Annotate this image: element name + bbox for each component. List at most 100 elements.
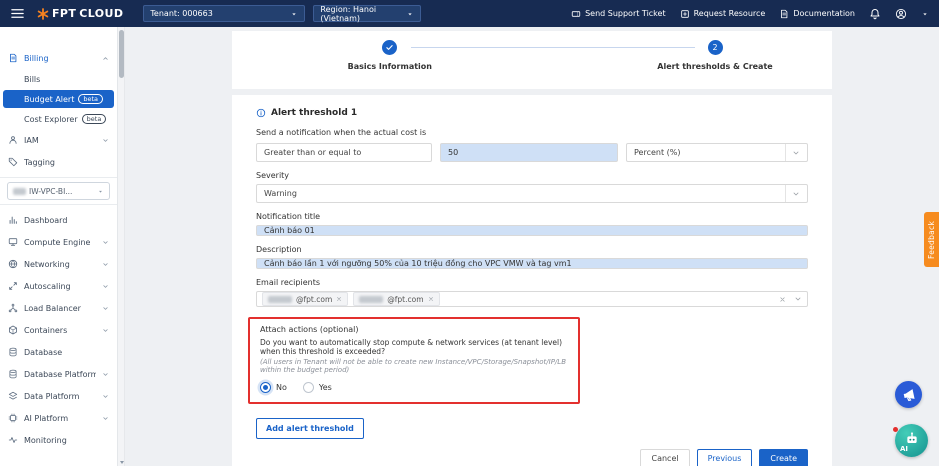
email-recipients-input[interactable]: @fpt.com @fpt.com <box>256 291 808 307</box>
check-icon <box>385 43 394 52</box>
chevron-down-icon[interactable] <box>794 295 802 303</box>
step-basics-information[interactable]: Basics Information <box>315 40 465 71</box>
sidebar-bills-label: Bills <box>24 75 40 84</box>
sidebar-item-containers[interactable]: Containers <box>0 319 117 341</box>
sidebar-item-data-platform[interactable]: Data Platform <box>0 385 117 407</box>
header-actions: Send Support Ticket Request Resource Doc… <box>571 8 929 20</box>
condition-select-value: Greater than or equal to <box>264 148 361 157</box>
announcement-fab[interactable] <box>895 381 922 408</box>
severity-select[interactable]: Warning <box>256 184 808 203</box>
email-tag-text: @fpt.com <box>296 295 332 304</box>
email-tag: @fpt.com <box>262 292 348 306</box>
add-alert-threshold-button[interactable]: Add alert threshold <box>256 418 364 439</box>
megaphone-icon <box>900 386 917 403</box>
section-title: Alert threshold 1 <box>271 108 357 118</box>
redacted-text <box>268 296 292 303</box>
sidebar-item-networking[interactable]: Networking <box>0 253 117 275</box>
unit-select-suffix <box>781 144 800 161</box>
chevron-down-icon <box>102 415 109 422</box>
sidebar-item-database-platform[interactable]: Database Platform <box>0 363 117 385</box>
fpt-cloud-logo[interactable]: FPTCLOUD <box>37 7 123 20</box>
cancel-button[interactable]: Cancel <box>640 449 689 466</box>
sidebar-autoscaling-label: Autoscaling <box>24 282 96 291</box>
sidebar-item-load-balancer[interactable]: Load Balancer <box>0 297 117 319</box>
chevron-down-icon <box>792 190 800 198</box>
ai-platform-icon <box>8 413 18 423</box>
send-support-ticket-link[interactable]: Send Support Ticket <box>571 9 666 19</box>
main-content: Basics Information 2 Alert thresholds & … <box>125 27 939 466</box>
radio-unselected-icon <box>303 382 314 393</box>
attach-actions-radio-group: No Yes <box>260 382 568 393</box>
load-balancer-icon <box>8 303 18 313</box>
sidebar-containers-label: Containers <box>24 326 96 335</box>
info-icon[interactable] <box>256 108 266 118</box>
sidebar-item-tagging[interactable]: Tagging <box>0 151 117 173</box>
notification-title-input[interactable] <box>256 225 808 236</box>
scrollbar-down-arrow[interactable] <box>120 461 124 464</box>
clear-all-icon[interactable] <box>779 296 786 303</box>
region-select[interactable]: Region: Hanoi (Vietnam) <box>313 5 421 22</box>
send-support-ticket-label: Send Support Ticket <box>585 9 666 18</box>
sidebar-budget-alert-label: Budget Alert <box>24 95 74 104</box>
caret-down-icon <box>406 10 414 18</box>
previous-button[interactable]: Previous <box>697 449 753 466</box>
logo-fpt: FPT <box>52 7 76 20</box>
documentation-icon <box>779 9 789 19</box>
autoscaling-icon <box>8 281 18 291</box>
threshold-value-input[interactable] <box>440 143 618 162</box>
vpc-selector[interactable]: IW-VPC-BI... <box>7 182 110 200</box>
sidebar-item-bills[interactable]: Bills <box>0 69 117 89</box>
sidebar-item-autoscaling[interactable]: Autoscaling <box>0 275 117 297</box>
user-avatar-icon[interactable] <box>895 8 907 20</box>
tenant-select-value: Tenant: 000663 <box>150 9 212 18</box>
ai-fab-label: AI <box>900 445 908 453</box>
feedback-tab[interactable]: Feedback <box>924 212 939 267</box>
sidebar-scrollbar[interactable] <box>118 27 125 466</box>
email-tag: @fpt.com <box>353 292 439 306</box>
networking-icon <box>8 259 18 269</box>
ai-assistant-fab[interactable]: AI <box>895 424 928 457</box>
database-icon <box>8 347 18 357</box>
radio-yes[interactable]: Yes <box>303 382 332 393</box>
request-resource-link[interactable]: Request Resource <box>680 9 766 19</box>
attach-actions-title: Attach actions (optional) <box>260 325 568 334</box>
sidebar-item-budget-alert[interactable]: Budget Alert beta <box>3 90 114 108</box>
notifications-bell-icon[interactable] <box>869 8 881 20</box>
menu-icon[interactable] <box>10 6 25 21</box>
description-label: Description <box>256 245 808 254</box>
beta-badge: beta <box>78 94 103 104</box>
sidebar-item-ai-platform[interactable]: AI Platform <box>0 407 117 429</box>
remove-email-icon[interactable] <box>428 296 434 302</box>
sidebar-item-monitoring[interactable]: Monitoring <box>0 429 117 451</box>
documentation-label: Documentation <box>793 9 855 18</box>
beta-badge: beta <box>82 114 107 124</box>
sidebar-item-iam[interactable]: IAM <box>0 129 117 151</box>
severity-select-value: Warning <box>264 189 297 198</box>
documentation-link[interactable]: Documentation <box>779 9 855 19</box>
description-input[interactable] <box>256 258 808 269</box>
account-caret-down-icon[interactable] <box>921 10 929 18</box>
step-alert-thresholds[interactable]: 2 Alert thresholds & Create <box>640 40 790 71</box>
intro-text: Send a notification when the actual cost… <box>256 128 808 137</box>
create-button[interactable]: Create <box>759 449 808 466</box>
unit-select[interactable]: Percent (%) <box>626 143 808 162</box>
data-platform-icon <box>8 391 18 401</box>
chevron-up-icon <box>102 55 109 62</box>
step2-number-circle: 2 <box>708 40 723 55</box>
sidebar-item-dashboard[interactable]: Dashboard <box>0 209 117 231</box>
sidebar-item-compute-engine[interactable]: Compute Engine <box>0 231 117 253</box>
remove-email-icon[interactable] <box>336 296 342 302</box>
sidebar-item-cost-explorer[interactable]: Cost Explorer beta <box>0 109 117 129</box>
chevron-down-icon <box>102 137 109 144</box>
caret-down-icon <box>97 188 104 195</box>
tag-icon <box>8 157 18 167</box>
sidebar-load-balancer-label: Load Balancer <box>24 304 96 313</box>
radio-no[interactable]: No <box>260 382 287 393</box>
chevron-down-icon <box>102 305 109 312</box>
sidebar-item-database[interactable]: Database <box>0 341 117 363</box>
condition-select[interactable]: Greater than or equal to <box>256 143 432 162</box>
tenant-select[interactable]: Tenant: 000663 <box>143 5 305 22</box>
fpt-cloud-logo-text: FPTCLOUD <box>52 7 123 20</box>
scrollbar-thumb[interactable] <box>119 30 124 78</box>
sidebar-item-billing[interactable]: Billing <box>0 47 117 69</box>
